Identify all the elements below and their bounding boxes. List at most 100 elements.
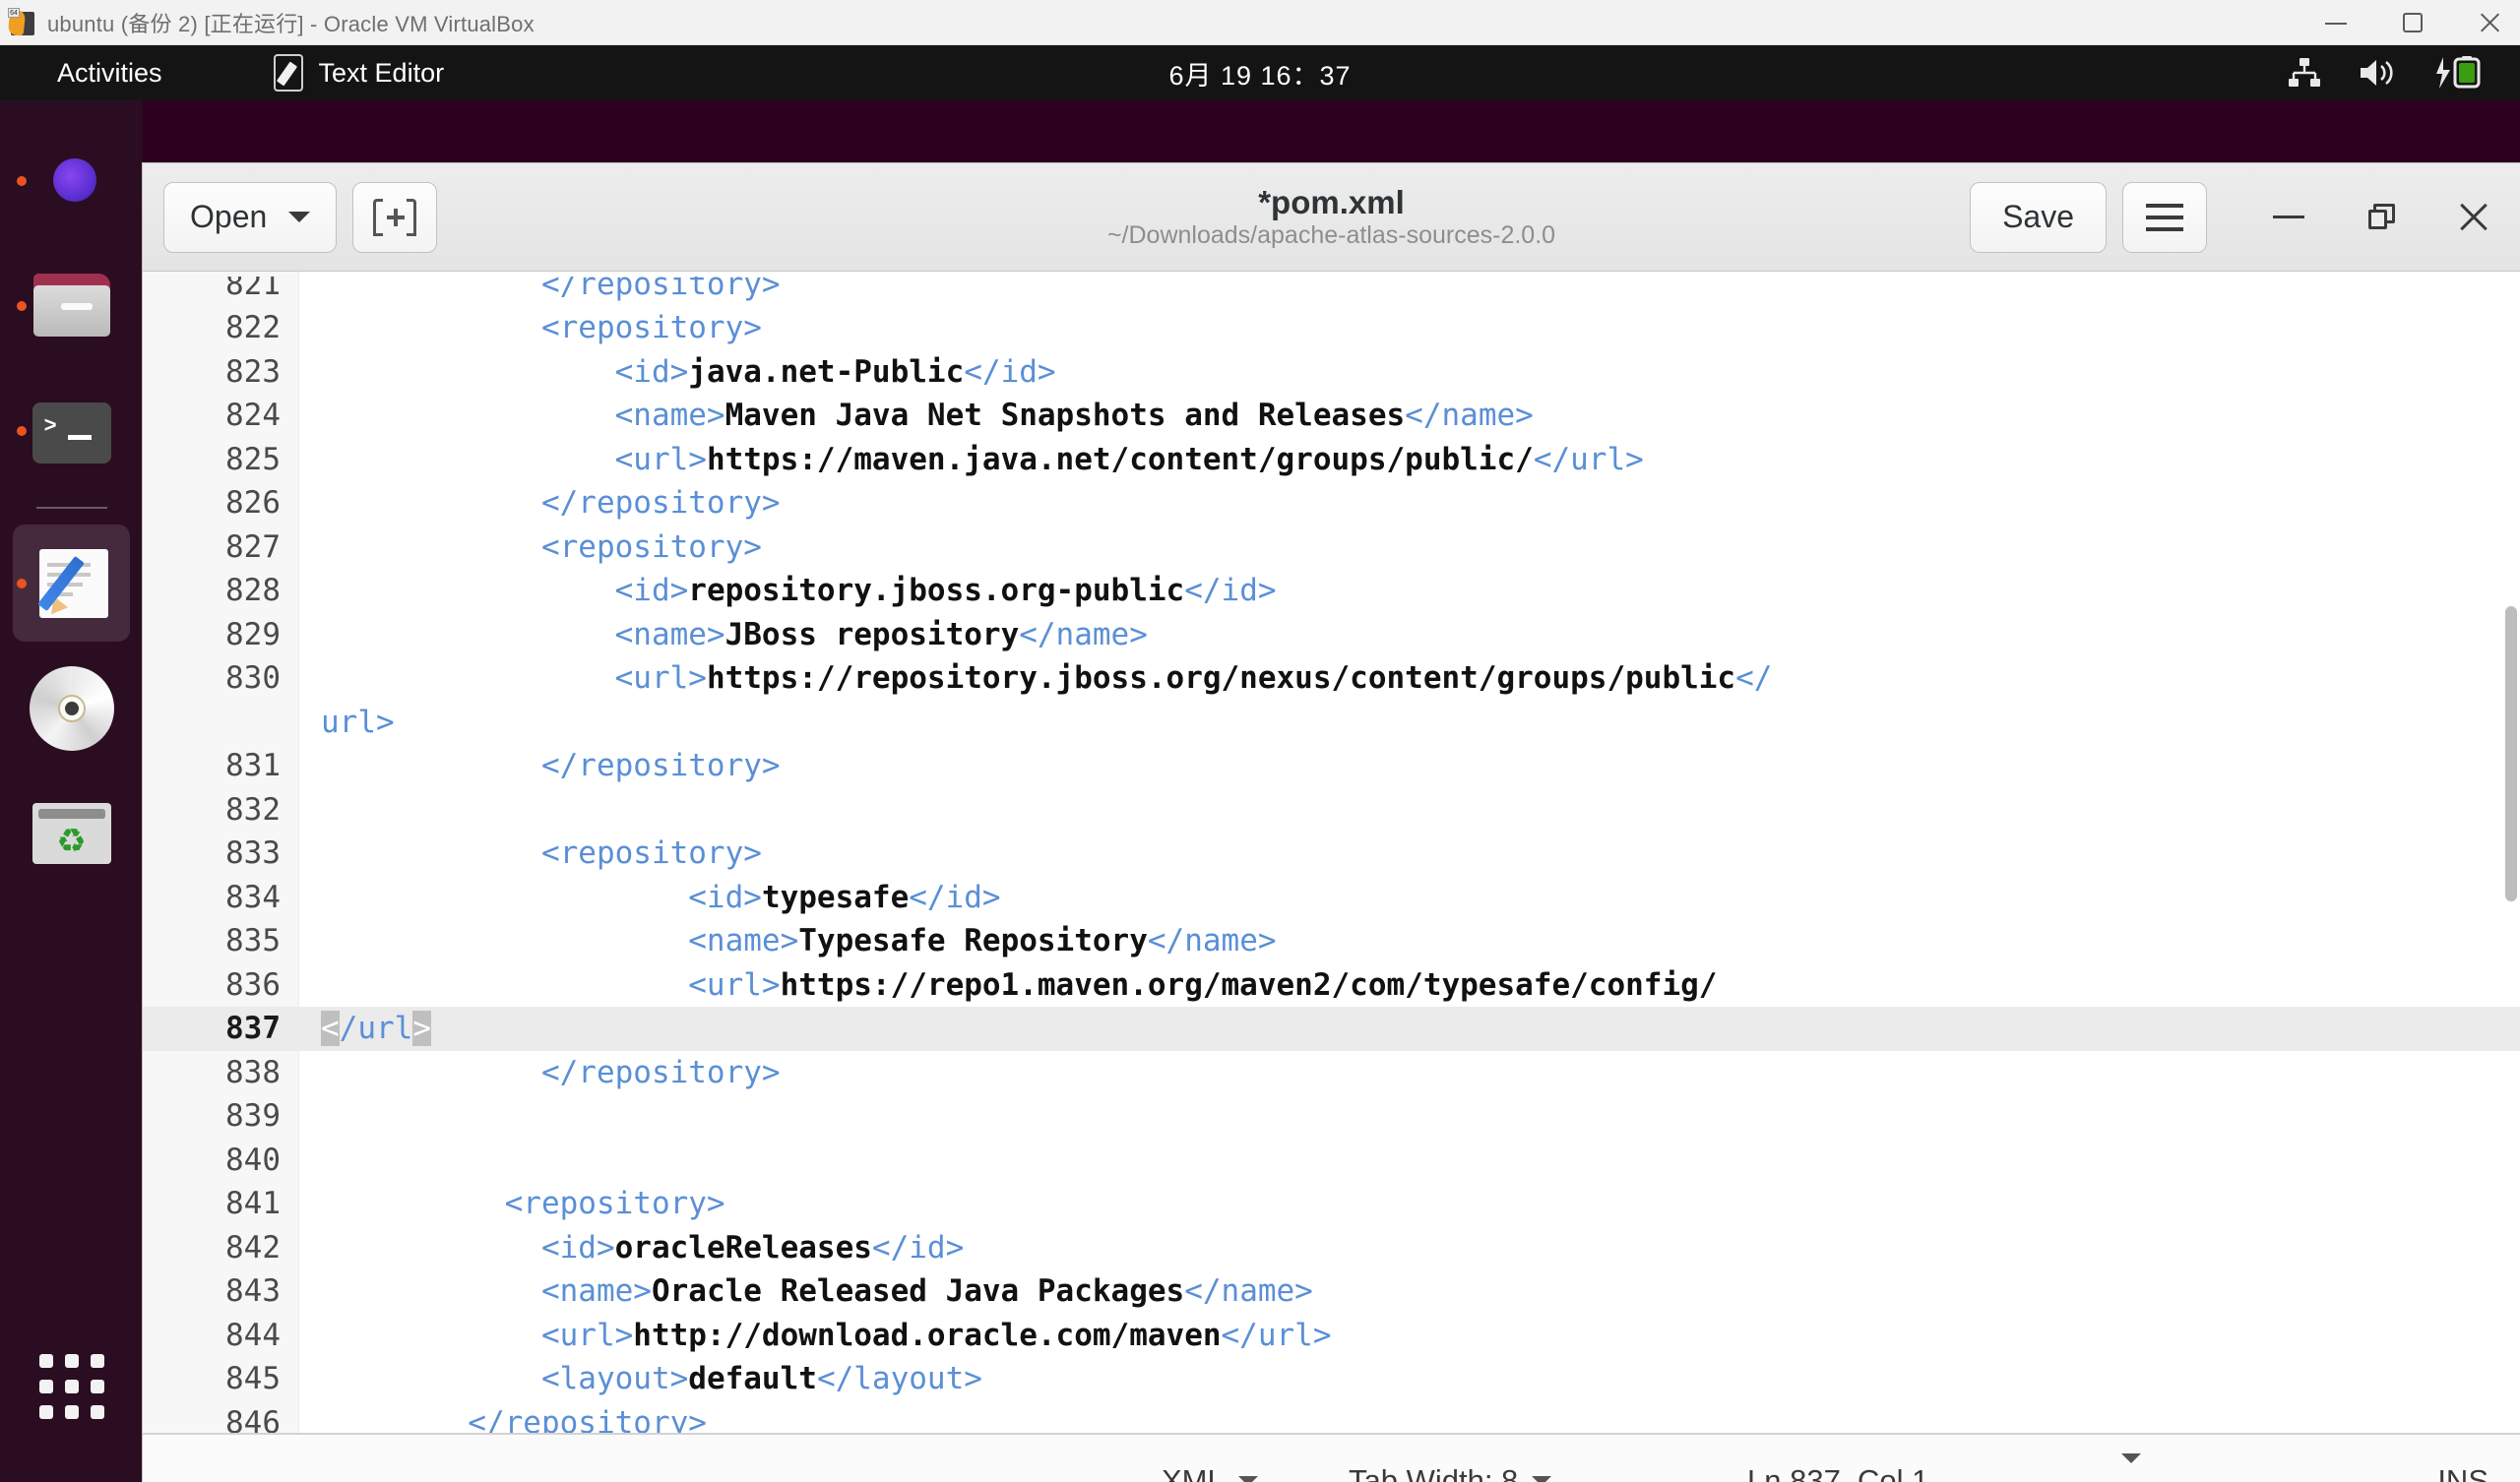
chevron-down-icon (1532, 1476, 1552, 1482)
code-rows[interactable]: 821 </repository> 822 <repository> 823 <id… (143, 277, 2520, 1433)
code-line[interactable]: 835 <name>Typesafe Repository</name> (143, 919, 2520, 963)
line-content[interactable]: </repository> (299, 744, 781, 788)
hamburger-menu-button[interactable] (2122, 181, 2207, 253)
line-content[interactable]: <id>typesafe</id> (299, 876, 1001, 920)
app-menu-text-editor[interactable]: Text Editor (273, 54, 444, 92)
code-line[interactable]: 842 <id>oracleReleases</id> (143, 1226, 2520, 1270)
code-line[interactable]: 831 </repository> (143, 744, 2520, 788)
battery-charging-icon[interactable] (2433, 56, 2481, 90)
close-button[interactable] (2427, 163, 2520, 272)
xml-tag: </id> (909, 879, 1001, 915)
dock-item-files[interactable] (13, 247, 130, 364)
line-number: 837 (225, 1011, 281, 1046)
xml-tag: <url> (321, 441, 707, 477)
xml-tag: </layout> (816, 1361, 982, 1396)
xml-tag: </id> (1184, 573, 1277, 608)
line-number: 824 (225, 398, 281, 433)
line-number: 830 (225, 660, 281, 696)
line-content[interactable]: <id>java.net-Public</id> (299, 350, 1056, 395)
code-line[interactable]: 843 <name>Oracle Released Java Packages<… (143, 1269, 2520, 1314)
line-content[interactable]: <url>https://repo1.maven.org/maven2/com/… (299, 963, 1717, 1008)
virtualbox-window-title: ubuntu (备份 2) [正在运行] - Oracle VM Virtual… (47, 11, 535, 36)
code-line[interactable]: 841 <repository> (143, 1182, 2520, 1226)
line-content[interactable]: <repository> (299, 306, 762, 350)
code-line[interactable]: 822 <repository> (143, 306, 2520, 350)
minimize-button[interactable] (2242, 163, 2335, 272)
line-content[interactable]: </url> (299, 1007, 431, 1051)
code-line[interactable]: 821 </repository> (143, 277, 2520, 306)
code-line[interactable]: 837 </url> (143, 1007, 2520, 1051)
line-content[interactable]: <repository> (299, 1182, 725, 1226)
host-maximize-button[interactable] (2400, 10, 2426, 35)
line-content[interactable]: </repository> (299, 1401, 707, 1434)
line-content[interactable]: </repository> (299, 481, 781, 525)
code-line[interactable]: 825 <url>https://maven.java.net/content/… (143, 438, 2520, 482)
insert-mode-indicator[interactable]: INS (2437, 1463, 2488, 1482)
dock-item-firefox[interactable] (13, 122, 130, 239)
xml-tag: </repository> (321, 748, 781, 783)
code-line[interactable]: url> (143, 701, 2520, 745)
host-close-button[interactable] (2477, 10, 2502, 35)
xml-tag: <repository> (321, 835, 762, 871)
host-minimize-button[interactable] (2323, 10, 2349, 35)
line-content[interactable]: <url>https://repository.jboss.org/nexus/… (299, 656, 1773, 701)
volume-icon[interactable] (2359, 58, 2396, 88)
line-content[interactable]: <id>oracleReleases</id> (299, 1226, 964, 1270)
code-line[interactable]: 836 <url>https://repo1.maven.org/maven2/… (143, 963, 2520, 1008)
line-content[interactable]: <name>Oracle Released Java Packages</nam… (299, 1269, 1313, 1314)
code-line[interactable]: 846 </repository> (143, 1401, 2520, 1434)
network-wired-icon[interactable] (2288, 58, 2321, 88)
code-line[interactable]: 824 <name>Maven Java Net Snapshots and R… (143, 394, 2520, 438)
dock-item-terminal[interactable]: > (13, 372, 130, 489)
line-content[interactable]: <name>JBoss repository</name> (299, 613, 1148, 657)
code-line[interactable]: 826 </repository> (143, 481, 2520, 525)
code-area[interactable]: 821 </repository> 822 <repository> 823 <id… (143, 272, 2520, 1433)
language-selector[interactable]: XML (1162, 1463, 1258, 1482)
code-line[interactable]: 830 <url>https://repository.jboss.org/ne… (143, 656, 2520, 701)
code-line[interactable]: 834 <id>typesafe</id> (143, 876, 2520, 920)
code-line[interactable]: 840 (143, 1139, 2520, 1183)
line-content[interactable]: <id>repository.jboss.org-public</id> (299, 569, 1277, 613)
code-line[interactable]: 838 </repository> (143, 1051, 2520, 1095)
xml-tag: </repository> (321, 1404, 707, 1434)
code-line[interactable]: 845 <layout>default</layout> (143, 1357, 2520, 1401)
code-line[interactable]: 829 <name>JBoss repository</name> (143, 613, 2520, 657)
xml-tag: </repository> (321, 277, 781, 302)
code-line[interactable]: 828 <id>repository.jboss.org-public</id> (143, 569, 2520, 613)
line-content[interactable]: url> (299, 701, 395, 745)
code-line[interactable]: 833 <repository> (143, 832, 2520, 876)
vertical-scrollbar[interactable] (2505, 606, 2517, 901)
xml-text: https://repo1.maven.org/maven2/com/types… (780, 966, 1718, 1003)
code-line[interactable]: 844 <url>http://download.oracle.com/mave… (143, 1314, 2520, 1358)
line-number: 829 (225, 616, 281, 652)
line-content[interactable]: <url>https://maven.java.net/content/grou… (299, 438, 1644, 482)
text-editor-icon (273, 54, 303, 92)
xml-tag: <name> (321, 616, 725, 652)
cursor-position-dropdown[interactable] (2121, 1453, 2141, 1482)
new-tab-button[interactable] (352, 181, 438, 253)
line-content[interactable]: <url>http://download.oracle.com/maven</u… (299, 1314, 1332, 1358)
line-content[interactable]: <repository> (299, 832, 762, 876)
clock[interactable]: 6月 19 16：37 (1168, 54, 1351, 93)
activities-button[interactable]: Activities (57, 58, 162, 89)
dock-item-text-editor[interactable] (13, 525, 130, 642)
line-content[interactable]: <repository> (299, 525, 762, 570)
line-content[interactable]: <name>Maven Java Net Snapshots and Relea… (299, 394, 1534, 438)
show-applications-button[interactable] (13, 1332, 130, 1441)
tab-width-selector[interactable]: Tab Width: 8 (1349, 1463, 1552, 1482)
line-content[interactable]: </repository> (299, 277, 781, 306)
xml-tag: <id> (321, 879, 762, 915)
code-line[interactable]: 827 <repository> (143, 525, 2520, 570)
maximize-button[interactable] (2335, 163, 2427, 272)
code-line[interactable]: 832 (143, 788, 2520, 833)
line-content[interactable]: </repository> (299, 1051, 781, 1095)
dock-item-disc[interactable] (13, 649, 130, 767)
open-button[interactable]: Open (163, 181, 338, 253)
line-content[interactable]: <layout>default</layout> (299, 1357, 982, 1401)
save-button[interactable]: Save (1970, 181, 2107, 253)
code-line[interactable]: 839 (143, 1094, 2520, 1139)
line-content[interactable]: <name>Typesafe Repository</name> (299, 919, 1276, 963)
dock-item-trash[interactable]: ♻ (13, 774, 130, 892)
code-line[interactable]: 823 <id>java.net-Public</id> (143, 350, 2520, 395)
code-editor[interactable]: 821 </repository> 822 <repository> 823 <id… (143, 272, 2520, 1433)
